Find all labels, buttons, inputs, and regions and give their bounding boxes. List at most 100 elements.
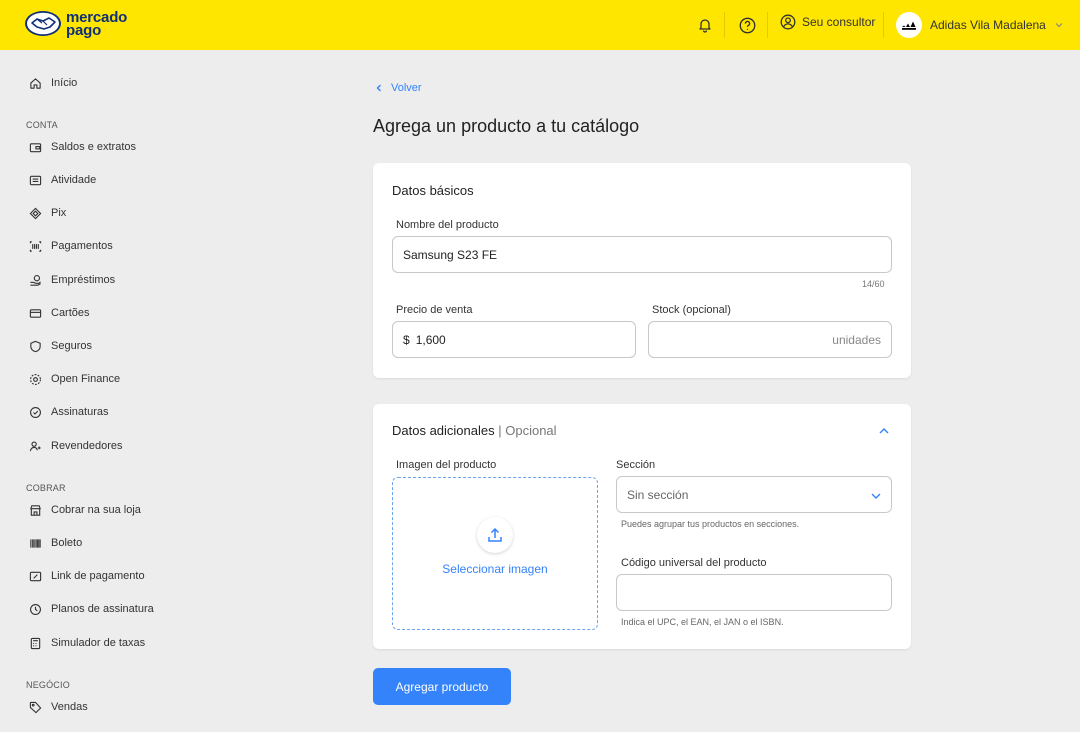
- basic-data-card: Datos básicos Nombre del producto Samsun…: [373, 163, 911, 378]
- sidebar-item-label: Revendedores: [51, 440, 123, 452]
- sidebar-section-negocio: NEGÓCIO: [26, 680, 70, 690]
- top-header: mercado pago Seu consultor Adidas Vila M…: [0, 0, 1080, 50]
- sidebar-item-vendas[interactable]: Vendas: [28, 700, 88, 714]
- sidebar-item-seguros[interactable]: Seguros: [28, 339, 92, 353]
- barcode-icon: [28, 536, 42, 550]
- bell-icon[interactable]: [695, 15, 715, 35]
- section-select[interactable]: Sin sección: [616, 476, 892, 513]
- sidebar-item-label: Saldos e extratos: [51, 141, 136, 153]
- sidebar-item-label: Empréstimos: [51, 274, 116, 286]
- sidebar-item-revendedores[interactable]: Revendedores: [28, 439, 123, 453]
- sidebar-item-pix[interactable]: Pix: [28, 206, 66, 220]
- back-label: Volver: [391, 82, 422, 94]
- mercado-pago-logo[interactable]: mercado pago: [24, 10, 127, 38]
- sidebar-item-inicio[interactable]: Início: [28, 76, 77, 90]
- account-menu[interactable]: Adidas Vila Madalena: [896, 12, 1064, 38]
- user-circle-icon: [780, 14, 796, 30]
- sidebar-section-cobrar: COBRAR: [26, 483, 66, 493]
- sidebar-item-label: Início: [51, 77, 78, 89]
- add-product-button[interactable]: Agregar producto: [373, 668, 511, 705]
- back-link[interactable]: Volver: [375, 82, 422, 94]
- sidebar-item-open-finance[interactable]: Open Finance: [28, 372, 120, 386]
- page-title: Agrega un producto a tu catálogo: [373, 116, 640, 136]
- open-finance-icon: [28, 372, 42, 386]
- sidebar-item-planos[interactable]: Planos de assinatura: [28, 602, 154, 616]
- wallet-icon: [28, 140, 42, 154]
- sidebar-item-label: Planos de assinatura: [51, 603, 154, 615]
- chevron-up-icon[interactable]: [878, 426, 890, 436]
- sidebar-item-label: Assinaturas: [51, 406, 109, 418]
- header-divider: [724, 12, 725, 38]
- sidebar-item-saldos[interactable]: Saldos e extratos: [28, 140, 136, 154]
- link-icon: [28, 569, 42, 583]
- sidebar-item-label: Open Finance: [51, 373, 121, 385]
- handshake-logo-icon: [25, 11, 61, 36]
- sidebar-item-pagamentos[interactable]: Pagamentos: [28, 239, 113, 253]
- section-help-text: Puedes agrupar tus productos en seccione…: [621, 519, 800, 529]
- product-name-label: Nombre del producto: [396, 219, 499, 231]
- basic-data-title: Datos básicos: [392, 183, 474, 198]
- additional-data-title: Datos adicionales | Opcional: [392, 423, 557, 438]
- product-code-help-text: Indica el UPC, el EAN, el JAN o el ISBN.: [621, 617, 784, 627]
- chevron-down-icon: [871, 493, 881, 499]
- currency-symbol: $: [403, 332, 410, 347]
- sidebar-item-label: Simulador de taxas: [51, 637, 146, 649]
- product-name-input[interactable]: Samsung S23 FE: [392, 236, 892, 273]
- sidebar-item-boleto[interactable]: Boleto: [28, 536, 82, 550]
- logo-wordmark: mercado pago: [66, 10, 127, 38]
- image-label: Imagen del producto: [396, 459, 497, 471]
- sidebar-item-atividade[interactable]: Atividade: [28, 173, 96, 187]
- price-input[interactable]: $ 1,600: [392, 321, 636, 358]
- chevron-left-icon: [376, 84, 381, 92]
- loan-icon: [28, 273, 42, 287]
- help-icon[interactable]: [737, 15, 757, 35]
- consultor-button[interactable]: Seu consultor: [780, 14, 875, 30]
- resellers-icon: [28, 439, 42, 453]
- price-value: 1,600: [415, 332, 446, 347]
- sidebar-item-cobrar-loja[interactable]: Cobrar na sua loja: [28, 503, 141, 517]
- stock-units-placeholder: unidades: [832, 332, 881, 347]
- chevron-down-icon: [1055, 23, 1063, 28]
- select-image-link[interactable]: Seleccionar imagen: [393, 562, 597, 576]
- sidebar-item-label: Vendas: [51, 701, 88, 713]
- sidebar-item-label: Link de pagamento: [51, 570, 145, 582]
- sidebar-item-link-pagamento[interactable]: Link de pagamento: [28, 569, 145, 583]
- store-icon: [28, 503, 42, 517]
- sidebar-item-label: Boleto: [51, 537, 83, 549]
- section-select-value: Sin sección: [627, 487, 689, 502]
- tag-icon: [28, 700, 42, 714]
- home-icon: [28, 76, 42, 90]
- product-name-value: Samsung S23 FE: [403, 247, 498, 262]
- sidebar-item-assinaturas[interactable]: Assinaturas: [28, 405, 108, 419]
- upload-icon: [477, 517, 513, 553]
- product-name-counter: 14/60: [862, 279, 885, 289]
- section-label: Sección: [616, 459, 656, 471]
- sidebar-item-label: Pix: [51, 207, 67, 219]
- sidebar-item-label: Seguros: [51, 340, 92, 352]
- product-code-input[interactable]: [616, 574, 892, 611]
- additional-data-card: Datos adicionales | Opcional Imagen del …: [373, 404, 911, 649]
- avatar: [896, 12, 922, 38]
- product-code-label: Código universal del producto: [621, 557, 767, 569]
- sidebar-item-label: Pagamentos: [51, 240, 113, 252]
- shield-icon: [28, 339, 42, 353]
- sidebar-item-label: Cartões: [51, 307, 90, 319]
- sidebar-item-cartoes[interactable]: Cartões: [28, 306, 90, 320]
- adidas-logo-icon: [902, 21, 916, 30]
- price-label: Precio de venta: [396, 304, 473, 316]
- plans-icon: [28, 602, 42, 616]
- calculator-icon: [28, 636, 42, 650]
- sidebar-item-label: Cobrar na sua loja: [51, 504, 141, 516]
- stock-input[interactable]: unidades: [648, 321, 892, 358]
- sidebar-item-emprestimos[interactable]: Empréstimos: [28, 273, 115, 287]
- sidebar-item-label: Atividade: [51, 174, 97, 186]
- account-name: Adidas Vila Madalena: [930, 18, 1046, 32]
- header-divider: [883, 12, 884, 38]
- sidebar-item-simulador[interactable]: Simulador de taxas: [28, 636, 145, 650]
- list-icon: [28, 173, 42, 187]
- subscription-icon: [28, 405, 42, 419]
- barcode-payments-icon: [28, 239, 42, 253]
- stock-label: Stock (opcional): [652, 304, 731, 316]
- additional-title-text: Datos adicionales: [392, 423, 495, 438]
- image-upload-dropzone[interactable]: Seleccionar imagen: [392, 477, 598, 630]
